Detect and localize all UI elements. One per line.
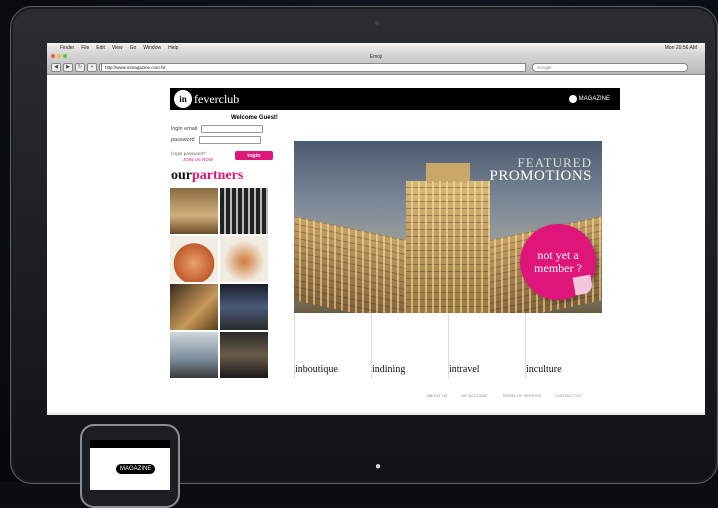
partner-tile[interactable] <box>220 332 268 378</box>
password-field[interactable] <box>198 136 261 144</box>
menu-finder[interactable]: Finder <box>60 45 74 51</box>
browser-toolbar: Emoji ◀ ▶ ↻ + ⌂ http://www.inmagazine.co… <box>47 52 705 75</box>
search-field[interactable]: Google <box>532 63 688 72</box>
address-bar[interactable]: http://www.inmagazine.com.hk <box>101 63 526 72</box>
partner-tile[interactable] <box>170 188 218 234</box>
email-label: login email <box>171 126 198 132</box>
iphone-magazine-logo[interactable]: MAGAZINE <box>116 464 156 474</box>
footer-account-link[interactable]: MY ACCOUNT <box>461 393 488 398</box>
category-intravel[interactable]: intravel <box>448 313 525 379</box>
password-label: password <box>171 137 195 143</box>
iphone-screen: MAGAZINE <box>90 440 170 490</box>
category-label: intravel <box>449 364 480 375</box>
reload-icon[interactable]: ↻ <box>75 63 85 72</box>
camera-dot-icon <box>375 21 379 25</box>
back-arrow-icon[interactable]: ◀ <box>51 63 61 72</box>
imac-screen: Finder File Edit View Go Window Help Mon… <box>47 43 705 415</box>
magazine-label: MAGAZINE <box>578 96 610 102</box>
join-us-link[interactable]: JOIN US NOW <box>183 157 213 162</box>
partners-grid <box>170 188 270 378</box>
sticker-line2: member ? <box>534 261 582 275</box>
web-page: in feverclub MAGAZINE Welcome Guest! log… <box>47 75 705 413</box>
mac-menubar: Finder File Edit View Go Window Help Mon… <box>47 43 705 52</box>
menu-help[interactable]: Help <box>168 45 178 51</box>
email-field[interactable] <box>201 125 264 133</box>
login-password-row: password <box>171 136 261 144</box>
menu-view[interactable]: View <box>112 45 123 51</box>
partner-tile[interactable] <box>220 236 268 282</box>
partners-heading-prefix: our <box>171 168 192 183</box>
category-label: inboutique <box>295 364 338 375</box>
iphone-device: MAGAZINE <box>80 424 180 508</box>
browser-title: Emoji <box>369 54 383 60</box>
category-inculture[interactable]: inculture <box>525 313 602 379</box>
magazine-link[interactable]: MAGAZINE <box>568 95 610 103</box>
partner-tile[interactable] <box>220 284 268 330</box>
magazine-logo-icon <box>568 95 577 103</box>
join-member-sticker[interactable]: not yet a member ? <box>520 224 596 300</box>
forward-arrow-icon[interactable]: ▶ <box>63 63 73 72</box>
partners-heading-suffix: partners <box>192 168 244 183</box>
menu-go[interactable]: Go <box>130 45 137 51</box>
footer-terms-link[interactable]: TERMS OF SERVICE <box>502 393 541 398</box>
hotel-image-left-wing <box>294 216 414 313</box>
forgot-password-link[interactable]: forgot password? <box>171 151 206 156</box>
menu-window[interactable]: Window <box>143 45 161 51</box>
iphone-status-bar <box>90 440 170 448</box>
category-nav: inboutique indining intravel inculture <box>294 313 602 379</box>
imac-frame: Finder File Edit View Go Window Help Mon… <box>10 6 718 484</box>
footer-contact-link[interactable]: CONTACT US <box>555 393 581 398</box>
hotel-image-tower <box>406 163 490 313</box>
login-button[interactable]: login <box>235 151 273 160</box>
login-email-row: login email <box>171 125 264 133</box>
category-label: inculture <box>526 364 562 375</box>
category-indining[interactable]: indining <box>371 313 448 379</box>
footer-about-link[interactable]: ABOUT US <box>427 393 447 398</box>
menubar-clock: Mon 20:56 AM <box>664 44 697 51</box>
footer-links: ABOUT US MY ACCOUNT TERMS OF SERVICE CON… <box>427 393 581 398</box>
category-inboutique[interactable]: inboutique <box>294 313 371 379</box>
menu-file[interactable]: File <box>81 45 89 51</box>
apple-logo-icon: ● <box>375 461 382 472</box>
partner-tile[interactable] <box>170 284 218 330</box>
site-logo-mark[interactable]: in <box>174 90 192 108</box>
category-label: indining <box>372 364 406 375</box>
add-bookmark-icon[interactable]: + <box>87 63 97 72</box>
featured-title-line2: PROMOTIONS <box>489 168 592 184</box>
site-header: in feverclub MAGAZINE <box>170 88 620 110</box>
partner-tile[interactable] <box>170 332 218 378</box>
partner-tile[interactable] <box>220 188 268 234</box>
site-logo-text[interactable]: feverclub <box>194 92 239 107</box>
partners-heading: ourpartners <box>171 168 243 184</box>
welcome-text: Welcome Guest! <box>231 115 278 121</box>
menu-edit[interactable]: Edit <box>96 45 105 51</box>
partner-tile[interactable] <box>170 236 218 282</box>
